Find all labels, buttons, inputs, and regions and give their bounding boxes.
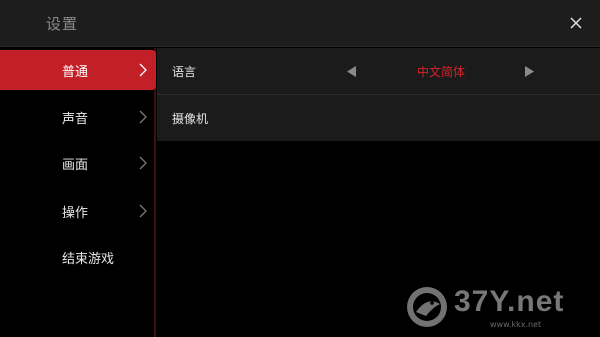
language-prev-button[interactable] [345,65,357,77]
bird-logo-icon [407,287,447,327]
sidebar-item-sound[interactable]: 声音 [0,97,154,137]
chevron-right-icon [139,156,147,170]
page-title: 设置 [46,15,79,33]
watermark: 37Y.net www.kkx.net [402,280,597,335]
language-label: 语言 [172,64,197,79]
close-button[interactable] [565,12,587,34]
watermark-text: 37Y.net [454,285,565,318]
settings-sidebar: 普通 声音 画面 操作 结束游戏 [0,48,156,337]
settings-header: 设置 [0,0,600,47]
triangle-right-icon [524,65,534,77]
sidebar-item-display[interactable]: 画面 [0,143,154,183]
watermark-subtext: www.kkx.net [490,320,542,329]
language-row: 语言 中文简体 [157,48,600,94]
sidebar-item-label: 结束游戏 [62,251,115,267]
triangle-left-icon [346,65,356,77]
sidebar-item-general[interactable]: 普通 [0,50,156,90]
language-next-button[interactable] [523,65,535,77]
chevron-right-icon [139,110,147,124]
sidebar-item-label: 画面 [62,157,89,173]
close-icon [570,17,582,29]
settings-screen: 设置 普通 声音 画面 操作 结束游戏 语言 中文简体 摄像机 37Y.net … [0,0,600,337]
sidebar-item-controls[interactable]: 操作 [0,191,154,231]
sidebar-item-quit-game[interactable]: 结束游戏 [0,237,154,277]
chevron-right-icon [139,204,147,218]
sidebar-item-label: 普通 [62,64,89,80]
chevron-right-icon [139,63,147,77]
sidebar-item-label: 声音 [62,111,89,127]
camera-row[interactable]: 摄像机 [157,95,600,141]
language-value: 中文简体 [417,64,466,79]
sidebar-item-label: 操作 [62,205,89,221]
camera-label: 摄像机 [172,111,209,126]
